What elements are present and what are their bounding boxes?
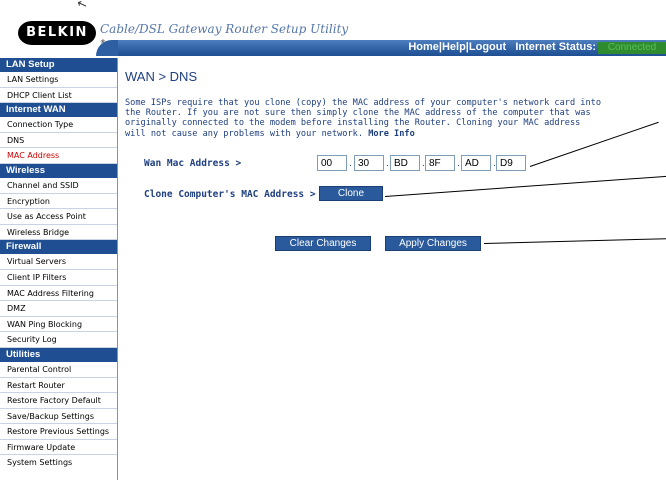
wan-mac-address-label: Wan Mac Address > xyxy=(144,158,241,169)
wan-mac-label-text: Wan Mac Address > xyxy=(144,158,242,169)
main-content: WAN > DNS Some ISPs require that you clo… xyxy=(118,58,666,480)
sidebar-item-security-log[interactable]: Security Log xyxy=(0,332,117,348)
sidebar-item-parental-control[interactable]: Parental Control xyxy=(0,362,117,378)
mac-separator: . xyxy=(457,159,460,169)
mac-octet-3-input[interactable]: BD xyxy=(390,155,420,171)
clear-changes-button[interactable]: Clear Changes xyxy=(275,236,371,251)
sidebar-item-connection-type[interactable]: Connection Type xyxy=(0,117,117,133)
home-link[interactable]: Home xyxy=(408,41,439,53)
internet-status-label: Internet Status: xyxy=(515,41,596,53)
app-title: Cable/DSL Gateway Router Setup Utility xyxy=(100,22,349,36)
mac-octet-6-input[interactable]: D9 xyxy=(496,155,526,171)
belkin-logo: BELKIN ® xyxy=(18,21,106,49)
mac-octet-4-input[interactable]: 8F xyxy=(425,155,455,171)
sidebar-section-lan-setup[interactable]: LAN Setup xyxy=(0,58,117,72)
sidebar-item-lan-settings[interactable]: LAN Settings xyxy=(0,72,117,88)
internet-status-badge: Connected xyxy=(598,42,666,54)
sidebar-item-encryption[interactable]: Encryption xyxy=(0,194,117,210)
mac-octet-1-input[interactable]: 00 xyxy=(317,155,347,171)
clone-mac-label-text: Clone Computer's MAC Address > xyxy=(144,189,316,200)
sidebar-item-system-settings[interactable]: System Settings xyxy=(0,455,117,471)
sidebar-item-restore-previous-settings[interactable]: Restore Previous Settings xyxy=(0,424,117,440)
sidebar: LAN Setup LAN Settings DHCP Client List … xyxy=(0,58,118,480)
sidebar-section-internet-wan[interactable]: Internet WAN xyxy=(0,103,117,118)
help-link[interactable]: Help xyxy=(442,41,466,53)
sidebar-section-firewall[interactable]: Firewall xyxy=(0,240,117,255)
mac-octet-5-input[interactable]: AD xyxy=(461,155,491,171)
more-info-link[interactable]: More Info xyxy=(368,129,415,139)
mac-separator: . xyxy=(386,159,389,169)
sidebar-item-use-as-access-point[interactable]: Use as Access Point xyxy=(0,209,117,225)
sidebar-section-wireless[interactable]: Wireless xyxy=(0,163,117,178)
sidebar-item-firmware-update[interactable]: Firmware Update xyxy=(0,440,117,456)
sidebar-item-mac-address[interactable]: MAC Address xyxy=(0,148,117,164)
mouse-cursor-icon: ↖ xyxy=(74,0,90,13)
sidebar-item-mac-address-filtering[interactable]: MAC Address Filtering xyxy=(0,286,117,302)
sidebar-item-wan-ping-blocking[interactable]: WAN Ping Blocking xyxy=(0,317,117,333)
logo-text: BELKIN xyxy=(18,21,96,45)
sidebar-item-dmz[interactable]: DMZ xyxy=(0,301,117,317)
mac-octet-2-input[interactable]: 30 xyxy=(354,155,384,171)
description-text: Some ISPs require that you clone (copy) … xyxy=(125,98,601,139)
logout-link[interactable]: Logout xyxy=(469,41,506,53)
sidebar-item-client-ip-filters[interactable]: Client IP Filters xyxy=(0,270,117,286)
clone-mac-label: Clone Computer's MAC Address > xyxy=(144,189,316,200)
mac-separator: . xyxy=(349,159,352,169)
sidebar-item-save-backup-settings[interactable]: Save/Backup Settings xyxy=(0,409,117,425)
sidebar-item-virtual-servers[interactable]: Virtual Servers xyxy=(0,254,117,270)
sidebar-section-utilities[interactable]: Utilities xyxy=(0,347,117,362)
sidebar-item-restore-factory-default[interactable]: Restore Factory Default xyxy=(0,393,117,409)
apply-changes-button[interactable]: Apply Changes xyxy=(385,236,481,251)
top-nav-bar: Home|Help|Logout Internet Status: Connec… xyxy=(118,40,666,56)
sidebar-item-channel-and-ssid[interactable]: Channel and SSID xyxy=(0,178,117,194)
sidebar-item-wireless-bridge[interactable]: Wireless Bridge xyxy=(0,225,117,241)
sidebar-item-dhcp-client-list[interactable]: DHCP Client List xyxy=(0,88,117,104)
page-description: Some ISPs require that you clone (copy) … xyxy=(125,98,605,139)
sidebar-item-restart-router[interactable]: Restart Router xyxy=(0,378,117,394)
page-title: WAN > DNS xyxy=(125,69,198,84)
clone-button[interactable]: Clone xyxy=(319,186,383,201)
nav-links: Home|Help|Logout Internet Status: xyxy=(408,41,596,53)
sidebar-item-dns[interactable]: DNS xyxy=(0,133,117,149)
